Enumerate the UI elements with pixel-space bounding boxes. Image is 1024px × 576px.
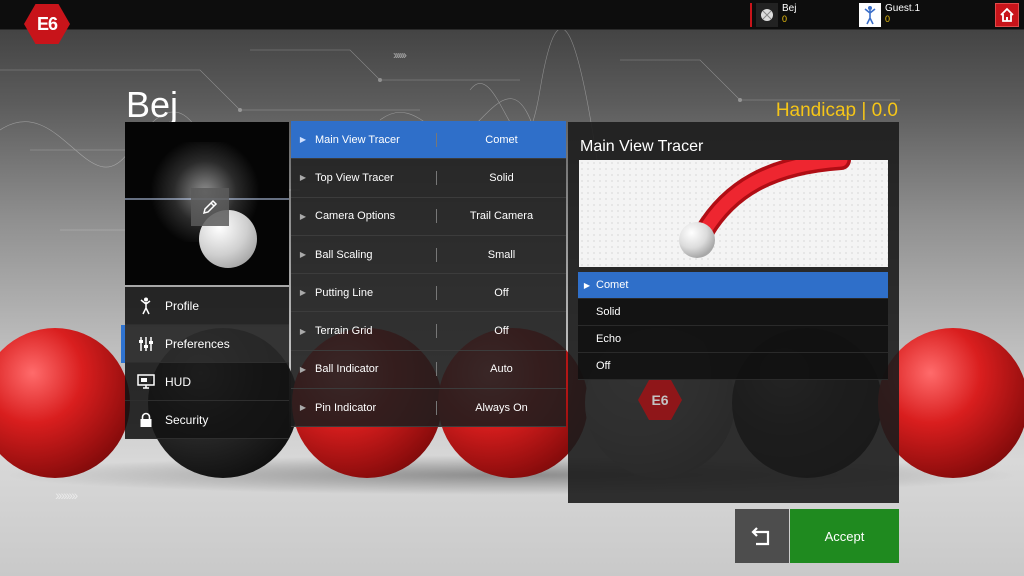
setting-label: Main View Tracer xyxy=(315,133,400,146)
edit-picture-button[interactable] xyxy=(191,188,229,226)
chevron-right-icon: ▶ xyxy=(299,135,307,145)
option-label: Solid xyxy=(596,306,621,318)
setting-label: Ball Indicator xyxy=(315,363,379,376)
preview-title: Main View Tracer xyxy=(580,138,704,155)
chevron-right-icon: ▶ xyxy=(299,364,307,374)
monitor-icon xyxy=(137,373,155,391)
setting-label: Pin Indicator xyxy=(315,401,377,414)
setting-ball-indicator[interactable]: ▶ Ball Indicator Auto xyxy=(291,350,566,390)
back-button[interactable] xyxy=(735,509,789,563)
sidebar-item-label: HUD xyxy=(165,374,191,389)
top-bar: E6 Bej 0 Guest.1 0 xyxy=(0,0,1024,44)
player-name: Guest.1 xyxy=(885,3,921,14)
sidebar: Profile Preferences HUD Security xyxy=(121,287,289,439)
setting-label: Putting Line xyxy=(315,286,374,299)
setting-value: Solid xyxy=(489,171,514,184)
player-avatar xyxy=(756,3,778,27)
bg-ball-red xyxy=(878,328,1024,478)
chevron-right-icon: ▶ xyxy=(299,288,307,298)
page-title: Bej xyxy=(126,84,179,125)
option-label: Comet xyxy=(596,279,629,291)
golfer-icon xyxy=(137,297,155,315)
setting-ball-scaling[interactable]: ▶ Ball Scaling Small xyxy=(291,235,566,275)
sidebar-item-label: Preferences xyxy=(165,336,230,351)
lock-icon xyxy=(137,411,155,429)
decor-chevrons: ›››››› xyxy=(393,48,407,62)
chevron-right-icon: ▶ xyxy=(583,280,591,290)
setting-label: Ball Scaling xyxy=(315,248,373,261)
chevron-right-icon: ▶ xyxy=(299,173,307,183)
e6-watermark-logo: E6 xyxy=(638,380,682,420)
setting-putting-line[interactable]: ▶ Putting Line Off xyxy=(291,274,566,313)
player-name: Bej xyxy=(782,3,797,14)
preview-panel: Main View Tracer ▶ Comet Solid Echo Off … xyxy=(568,122,899,503)
chevron-right-icon: ▶ xyxy=(299,250,307,260)
player-slot[interactable]: Guest.1 0 xyxy=(859,3,920,27)
sidebar-item-security[interactable]: Security xyxy=(125,401,289,439)
chevron-right-icon: ▶ xyxy=(299,403,307,413)
profile-picture[interactable] xyxy=(125,122,289,285)
setting-label: Terrain Grid xyxy=(315,325,373,338)
sidebar-item-label: Profile xyxy=(165,298,200,313)
decor-chevrons: ›››››››› xyxy=(55,487,78,503)
chevron-right-icon: ▶ xyxy=(299,211,307,221)
setting-value: Always On xyxy=(475,401,528,414)
setting-main-view-tracer[interactable]: ▶ Main View Tracer Comet xyxy=(291,121,566,160)
setting-value: Off xyxy=(494,325,509,338)
option-label: Echo xyxy=(596,333,622,345)
setting-value: Trail Camera xyxy=(469,210,534,223)
active-player-marker xyxy=(750,3,752,27)
sidebar-item-preferences[interactable]: Preferences xyxy=(121,325,289,363)
settings-list: ▶ Main View Tracer Comet ▶ Top View Trac… xyxy=(291,121,566,428)
home-icon xyxy=(1000,7,1014,22)
pencil-icon xyxy=(202,199,218,215)
setting-value: Small xyxy=(487,248,516,261)
setting-value: Off xyxy=(494,286,509,299)
handicap-label: Handicap | 0.0 xyxy=(775,100,898,121)
setting-camera-options[interactable]: ▶ Camera Options Trail Camera xyxy=(291,197,566,236)
tracer-preview-image xyxy=(579,160,888,267)
player-slot[interactable]: Bej 0 xyxy=(750,3,796,27)
sidebar-item-label: Security xyxy=(165,412,209,427)
chevron-right-icon: ▶ xyxy=(299,326,307,336)
option-off[interactable]: Off xyxy=(578,353,888,380)
option-label: Off xyxy=(596,360,611,372)
sidebar-item-hud[interactable]: HUD xyxy=(125,363,289,401)
home-button[interactable] xyxy=(995,3,1019,27)
player-score: 0 xyxy=(885,14,891,24)
setting-value: Auto xyxy=(490,363,513,376)
option-echo[interactable]: Echo xyxy=(578,326,888,353)
accept-button[interactable]: Accept xyxy=(790,509,899,563)
golfer-icon xyxy=(859,3,881,27)
tracer-options-list: ▶ Comet Solid Echo Off xyxy=(578,272,888,380)
sliders-icon xyxy=(137,335,155,353)
option-comet[interactable]: ▶ Comet xyxy=(578,272,888,299)
setting-label: Top View Tracer xyxy=(315,171,394,184)
setting-value: Comet xyxy=(485,133,518,146)
undo-icon xyxy=(751,527,770,546)
option-solid[interactable]: Solid xyxy=(578,299,888,326)
setting-label: Camera Options xyxy=(315,210,396,223)
setting-terrain-grid[interactable]: ▶ Terrain Grid Off xyxy=(291,312,566,351)
player-score: 0 xyxy=(782,14,788,24)
setting-pin-indicator[interactable]: ▶ Pin Indicator Always On xyxy=(291,389,566,428)
setting-top-view-tracer[interactable]: ▶ Top View Tracer Solid xyxy=(291,159,566,198)
sidebar-item-profile[interactable]: Profile xyxy=(125,287,289,325)
